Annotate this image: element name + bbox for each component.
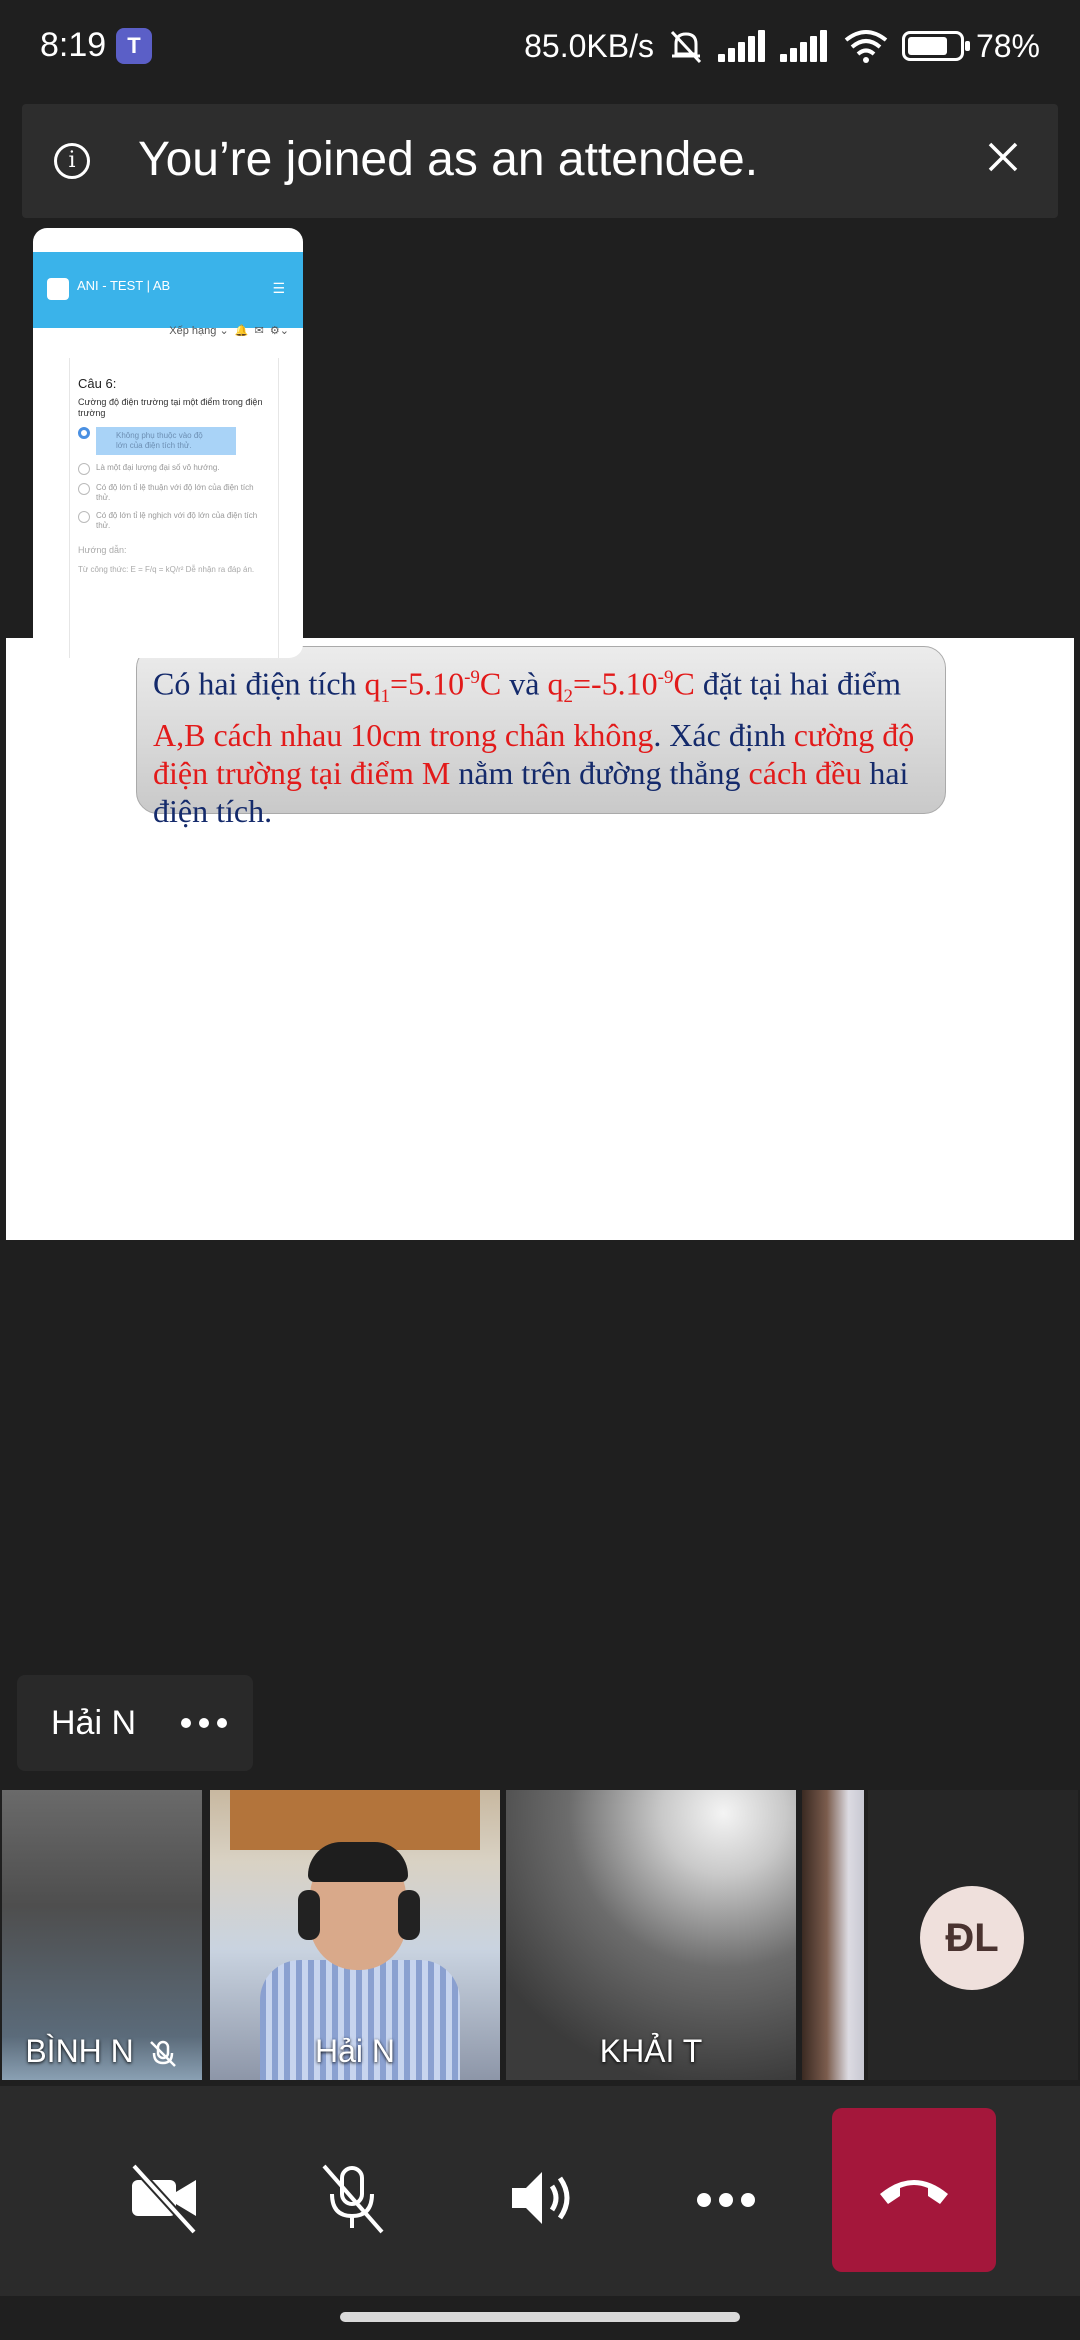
status-time: 8:19: [40, 26, 107, 64]
preview-header: ANI - TEST | AB ☰: [33, 252, 303, 328]
end-call-button[interactable]: [832, 2108, 996, 2272]
radio-icon: [78, 511, 90, 523]
info-icon: i: [54, 143, 90, 179]
slide-text-fragment: =5.10: [390, 665, 465, 702]
call-controls: [0, 2086, 1080, 2296]
participant-name: KHẢI T: [599, 2033, 703, 2069]
option-text: Là một đại lượng đại số vô hướng.: [96, 463, 220, 472]
camera-off-icon[interactable]: [124, 2158, 204, 2238]
question-number: Câu 6:: [78, 376, 117, 391]
slide-text-fragment: nằm trên đường thẳng: [450, 755, 749, 792]
preview-app-title: ANI - TEST | AB: [77, 278, 171, 293]
slide-text-fragment: -9: [657, 667, 674, 688]
slide-text-fragment: đặt tại hai điểm: [694, 665, 901, 702]
slide-text-fragment: A,B cách nhau 10cm trong chân không: [153, 717, 654, 754]
participant-name: Hải N: [314, 2033, 395, 2069]
ranking-label: Xếp hạng: [169, 325, 217, 337]
app-logo-icon: [47, 278, 69, 300]
speaker-icon[interactable]: [500, 2158, 580, 2238]
hint-label: Hướng dẫn:: [78, 545, 127, 555]
headphone-icon: [298, 1890, 320, 1940]
preview-toolbar: Xếp hạng ⌄ 🔔 ✉ ⚙⌄: [169, 325, 289, 337]
option-4: Có độ lớn tỉ lệ nghịch với độ lớn của đi…: [78, 511, 270, 531]
video-background: [230, 1790, 480, 1850]
participant-strip: BÌNH N Hải N KHẢI T ĐL: [0, 1790, 1080, 2080]
wifi-icon: [844, 30, 888, 63]
participant-tile[interactable]: Hải N: [210, 1790, 500, 2080]
option-text: Không phụ thuộc vào độ lớn của điện tích…: [96, 427, 236, 455]
battery-icon: [901, 31, 970, 61]
slide-question: Có hai điện tích q1=5.10-9C và q2=-5.10-…: [136, 646, 946, 829]
radio-icon: [78, 463, 90, 475]
option-3: Có độ lớn tỉ lệ thuận với độ lớn của điệ…: [78, 483, 270, 503]
slide-text-fragment: =-5.10: [572, 665, 658, 702]
mic-off-icon[interactable]: [312, 2158, 392, 2238]
slide-text-fragment: C: [673, 665, 695, 702]
slide-text-fragment: Có hai điện tích: [153, 665, 365, 702]
cell-signal-2-icon: [779, 30, 830, 62]
avatar: ĐL: [920, 1886, 1024, 1990]
banner-text: You’re joined as an attendee.: [138, 133, 759, 186]
menu-icon: ☰: [272, 280, 285, 296]
slide-text-fragment: q: [364, 665, 381, 702]
shared-content: Có hai điện tích q1=5.10-9C và q2=-5.10-…: [6, 638, 1074, 1240]
slide-text-fragment: 2: [563, 686, 573, 708]
battery-fill: [907, 37, 947, 55]
home-indicator[interactable]: [340, 2312, 740, 2322]
preview-question-card: Câu 6: Cường độ điện trường tại một điểm…: [69, 358, 279, 658]
more-actions-icon[interactable]: [697, 2193, 755, 2207]
status-icons: 85.0KB/s 78%: [524, 26, 1040, 66]
speaker-name: Hải N: [51, 1704, 137, 1742]
cell-signal-icon: [717, 30, 768, 62]
slide-text-fragment: q: [547, 665, 564, 702]
active-speaker-pill[interactable]: Hải N: [17, 1675, 253, 1771]
participant-tile[interactable]: BÌNH N: [2, 1790, 202, 2080]
hang-up-icon: [880, 2180, 948, 2204]
content-preview[interactable]: ANI - TEST | AB ☰ Xếp hạng ⌄ 🔔 ✉ ⚙⌄ Câu …: [33, 228, 303, 658]
status-bar: 8:19 T 85.0KB/s 78%: [0, 0, 1080, 96]
close-icon[interactable]: [980, 134, 1026, 180]
formula-text: Từ công thức: E = F/q = kQ/r² Dễ nhận ra…: [78, 565, 255, 574]
network-speed: 85.0KB/s: [524, 27, 654, 64]
slide-text-fragment: -9: [464, 667, 480, 688]
participant-name: BÌNH N: [25, 2033, 134, 2069]
more-options-icon[interactable]: [181, 1718, 227, 1728]
slide-text-fragment: C: [479, 665, 502, 702]
attendee-banner: i You’re joined as an attendee.: [22, 104, 1058, 218]
headphone-icon: [398, 1890, 420, 1940]
mic-off-icon: [149, 2040, 176, 2067]
slide-text-fragment: cách đều: [748, 755, 862, 792]
participant-tile[interactable]: [802, 1790, 864, 2080]
radio-icon: [78, 427, 90, 439]
option-2: Là một đại lượng đại số vô hướng.: [78, 463, 270, 475]
teams-app-icon: T: [116, 28, 152, 64]
participant-name-row: BÌNH N: [2, 2033, 202, 2070]
question-text: Cường độ điện trường tại một điểm trong …: [78, 397, 263, 418]
slide-text-fragment: 1: [380, 686, 391, 708]
battery-percent: 78%: [975, 27, 1040, 64]
participant-tile[interactable]: KHẢI T: [506, 1790, 796, 2080]
video-person-hair: [308, 1842, 408, 1882]
option-1: Không phụ thuộc vào độ lớn của điện tích…: [78, 427, 270, 455]
radio-icon: [78, 483, 90, 495]
participant-tile[interactable]: ĐL: [868, 1790, 1078, 2080]
bell-off-icon: [670, 30, 702, 64]
option-text: Có độ lớn tỉ lệ nghịch với độ lớn của đi…: [96, 511, 258, 530]
slide-text-fragment: và: [501, 665, 548, 702]
option-text: Có độ lớn tỉ lệ thuận với độ lớn của điệ…: [96, 483, 254, 502]
slide-text-fragment: . Xác định: [653, 717, 794, 754]
